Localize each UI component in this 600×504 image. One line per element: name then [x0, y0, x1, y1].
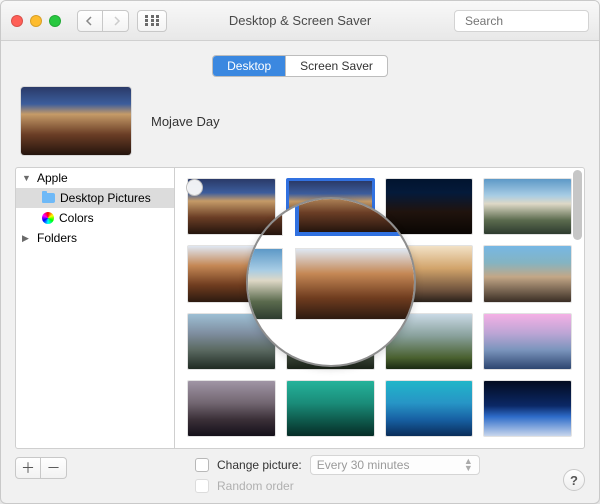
wallpaper-thumb-el-capitan-2[interactable]: [483, 245, 572, 302]
random-order-label: Random order: [217, 479, 294, 493]
split-view: ▼ Apple Desktop Pictures Colors ▶ Folder…: [15, 167, 585, 449]
tab-desktop[interactable]: Desktop: [213, 56, 285, 76]
minimize-window-button[interactable]: [30, 15, 42, 27]
change-picture-row: Change picture: Every 30 minutes ▲▼: [15, 455, 585, 475]
wallpaper-name: Mojave Day: [151, 114, 220, 129]
random-order-checkbox: [195, 479, 209, 493]
grid-icon: [145, 15, 159, 26]
interval-select[interactable]: Every 30 minutes ▲▼: [310, 455, 480, 475]
color-wheel-icon: [42, 212, 54, 224]
wallpaper-grid-container: [175, 167, 585, 449]
sidebar-item-colors[interactable]: Colors: [16, 208, 174, 228]
wallpaper-thumb-earth[interactable]: [483, 380, 572, 437]
wallpaper-thumb-sierra[interactable]: [187, 245, 276, 302]
nav-buttons: [77, 10, 129, 32]
wallpaper-thumb-yosemite-5[interactable]: [187, 380, 276, 437]
sidebar-item-folders[interactable]: ▶ Folders: [16, 228, 174, 248]
forward-button[interactable]: [103, 10, 129, 32]
titlebar: Desktop & Screen Saver: [1, 1, 599, 41]
search-field[interactable]: [454, 10, 589, 32]
wallpaper-thumb-yosemite-2[interactable]: [286, 313, 375, 370]
change-picture-checkbox[interactable]: [195, 458, 209, 472]
random-order-row: Random order: [15, 479, 585, 493]
sidebar-label: Desktop Pictures: [60, 191, 151, 205]
wallpaper-thumb-mavericks-wave[interactable]: [286, 380, 375, 437]
help-button[interactable]: ?: [563, 469, 585, 491]
zoom-window-button[interactable]: [49, 15, 61, 27]
interval-selected-value: Every 30 minutes: [317, 458, 410, 472]
source-sidebar: ▼ Apple Desktop Pictures Colors ▶ Folder…: [15, 167, 175, 449]
tab-screen-saver[interactable]: Screen Saver: [285, 56, 387, 76]
back-button[interactable]: [77, 10, 103, 32]
window-title: Desktop & Screen Saver: [229, 13, 371, 28]
folder-icon: [42, 193, 55, 203]
change-picture-label: Change picture:: [217, 458, 302, 472]
content-area: Mojave Day ▼ Apple Desktop Pictures Colo…: [1, 87, 599, 503]
wallpaper-thumb-mojave-day[interactable]: [286, 178, 375, 235]
disclosure-down-icon: ▼: [22, 173, 32, 183]
wallpaper-thumb-yosemite[interactable]: [187, 313, 276, 370]
tab-bar: Desktop Screen Saver: [1, 41, 599, 87]
search-input[interactable]: [465, 14, 600, 28]
stepper-icon: ▲▼: [464, 458, 473, 472]
close-window-button[interactable]: [11, 15, 23, 27]
wallpaper-preview: [21, 87, 131, 155]
prefs-window: Desktop & Screen Saver Desktop Screen Sa…: [0, 0, 600, 504]
dynamic-badge-icon: [186, 179, 203, 196]
sidebar-label: Folders: [37, 231, 77, 245]
wallpaper-thumb-el-capitan[interactable]: [385, 245, 474, 302]
scrollbar-track[interactable]: [573, 170, 582, 446]
window-controls: [11, 15, 61, 27]
scrollbar-thumb[interactable]: [573, 170, 582, 240]
wallpaper-grid: [175, 168, 584, 447]
wallpaper-header: Mojave Day: [15, 87, 585, 167]
sidebar-item-desktop-pictures[interactable]: Desktop Pictures: [16, 188, 174, 208]
show-all-button[interactable]: [137, 10, 167, 32]
wallpaper-thumb-wave-blue[interactable]: [385, 380, 474, 437]
sidebar-item-apple[interactable]: ▼ Apple: [16, 168, 174, 188]
wallpaper-thumb-high-sierra[interactable]: [483, 178, 572, 235]
wallpaper-thumb-yosemite-4[interactable]: [483, 313, 572, 370]
sidebar-label: Apple: [37, 171, 68, 185]
wallpaper-thumb-yosemite-3[interactable]: [385, 313, 474, 370]
segmented-control: Desktop Screen Saver: [212, 55, 388, 77]
wallpaper-thumb-mojave-night[interactable]: [385, 178, 474, 235]
sidebar-label: Colors: [59, 211, 94, 225]
wallpaper-thumb-sierra-2[interactable]: [286, 245, 375, 302]
disclosure-right-icon: ▶: [22, 233, 32, 244]
